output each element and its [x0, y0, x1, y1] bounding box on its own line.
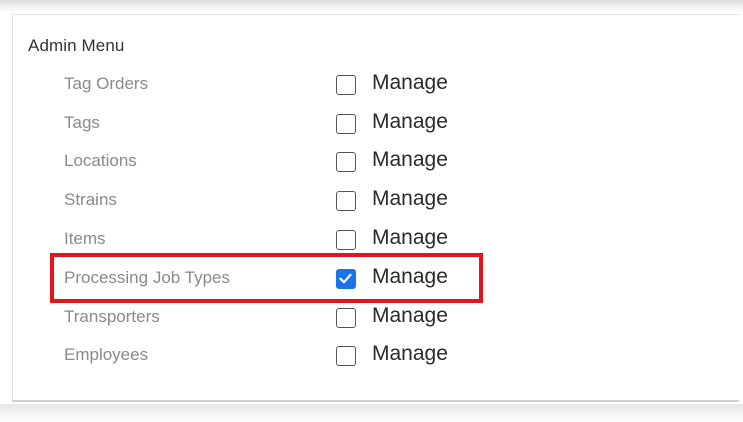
- manage-checkbox-locations[interactable]: [336, 152, 356, 172]
- permission-label-employees: Employees: [64, 345, 149, 364]
- admin-menu-screenshot: Admin Menu Tag Orders Manage Tags Manage…: [0, 0, 743, 422]
- permission-row-tag-orders: Tag Orders Manage: [0, 68, 743, 102]
- permission-row-items: Items Manage: [0, 223, 743, 257]
- manage-label-transporters[interactable]: Manage: [372, 304, 448, 328]
- manage-label-strains[interactable]: Manage: [372, 187, 448, 211]
- permission-label-tag-orders: Tag Orders: [64, 74, 149, 93]
- manage-checkbox-tags[interactable]: [336, 114, 356, 134]
- manage-label-tag-orders[interactable]: Manage: [372, 71, 448, 95]
- permission-label-strains: Strains: [64, 190, 117, 209]
- permission-row-strains: Strains Manage: [0, 184, 743, 218]
- manage-label-employees[interactable]: Manage: [372, 342, 448, 366]
- top-shadow: [0, 0, 743, 12]
- permission-row-processing-job-types: Processing Job Types Manage: [0, 262, 743, 296]
- manage-checkbox-transporters[interactable]: [336, 308, 356, 328]
- admin-menu-title: Admin Menu: [28, 36, 125, 55]
- manage-checkbox-strains[interactable]: [336, 191, 356, 211]
- permission-label-processing-job-types: Processing Job Types: [64, 268, 230, 287]
- permission-row-tags: Tags Manage: [0, 107, 743, 141]
- manage-label-processing-job-types[interactable]: Manage: [372, 265, 448, 289]
- permission-label-tags: Tags: [64, 113, 100, 132]
- permission-label-transporters: Transporters: [64, 307, 160, 326]
- manage-checkbox-items[interactable]: [336, 230, 356, 250]
- permission-row-employees: Employees Manage: [0, 339, 743, 373]
- manage-checkbox-processing-job-types[interactable]: [336, 269, 356, 289]
- bottom-shadow: [0, 404, 743, 422]
- permission-row-transporters: Transporters Manage: [0, 301, 743, 335]
- permission-label-items: Items: [64, 229, 106, 248]
- manage-checkbox-employees[interactable]: [336, 346, 356, 366]
- manage-checkbox-tag-orders[interactable]: [336, 75, 356, 95]
- permission-label-locations: Locations: [64, 151, 137, 170]
- manage-label-tags[interactable]: Manage: [372, 110, 448, 134]
- manage-label-locations[interactable]: Manage: [372, 148, 448, 172]
- manage-label-items[interactable]: Manage: [372, 226, 448, 250]
- checkmark-icon: [339, 273, 352, 284]
- permission-row-locations: Locations Manage: [0, 145, 743, 179]
